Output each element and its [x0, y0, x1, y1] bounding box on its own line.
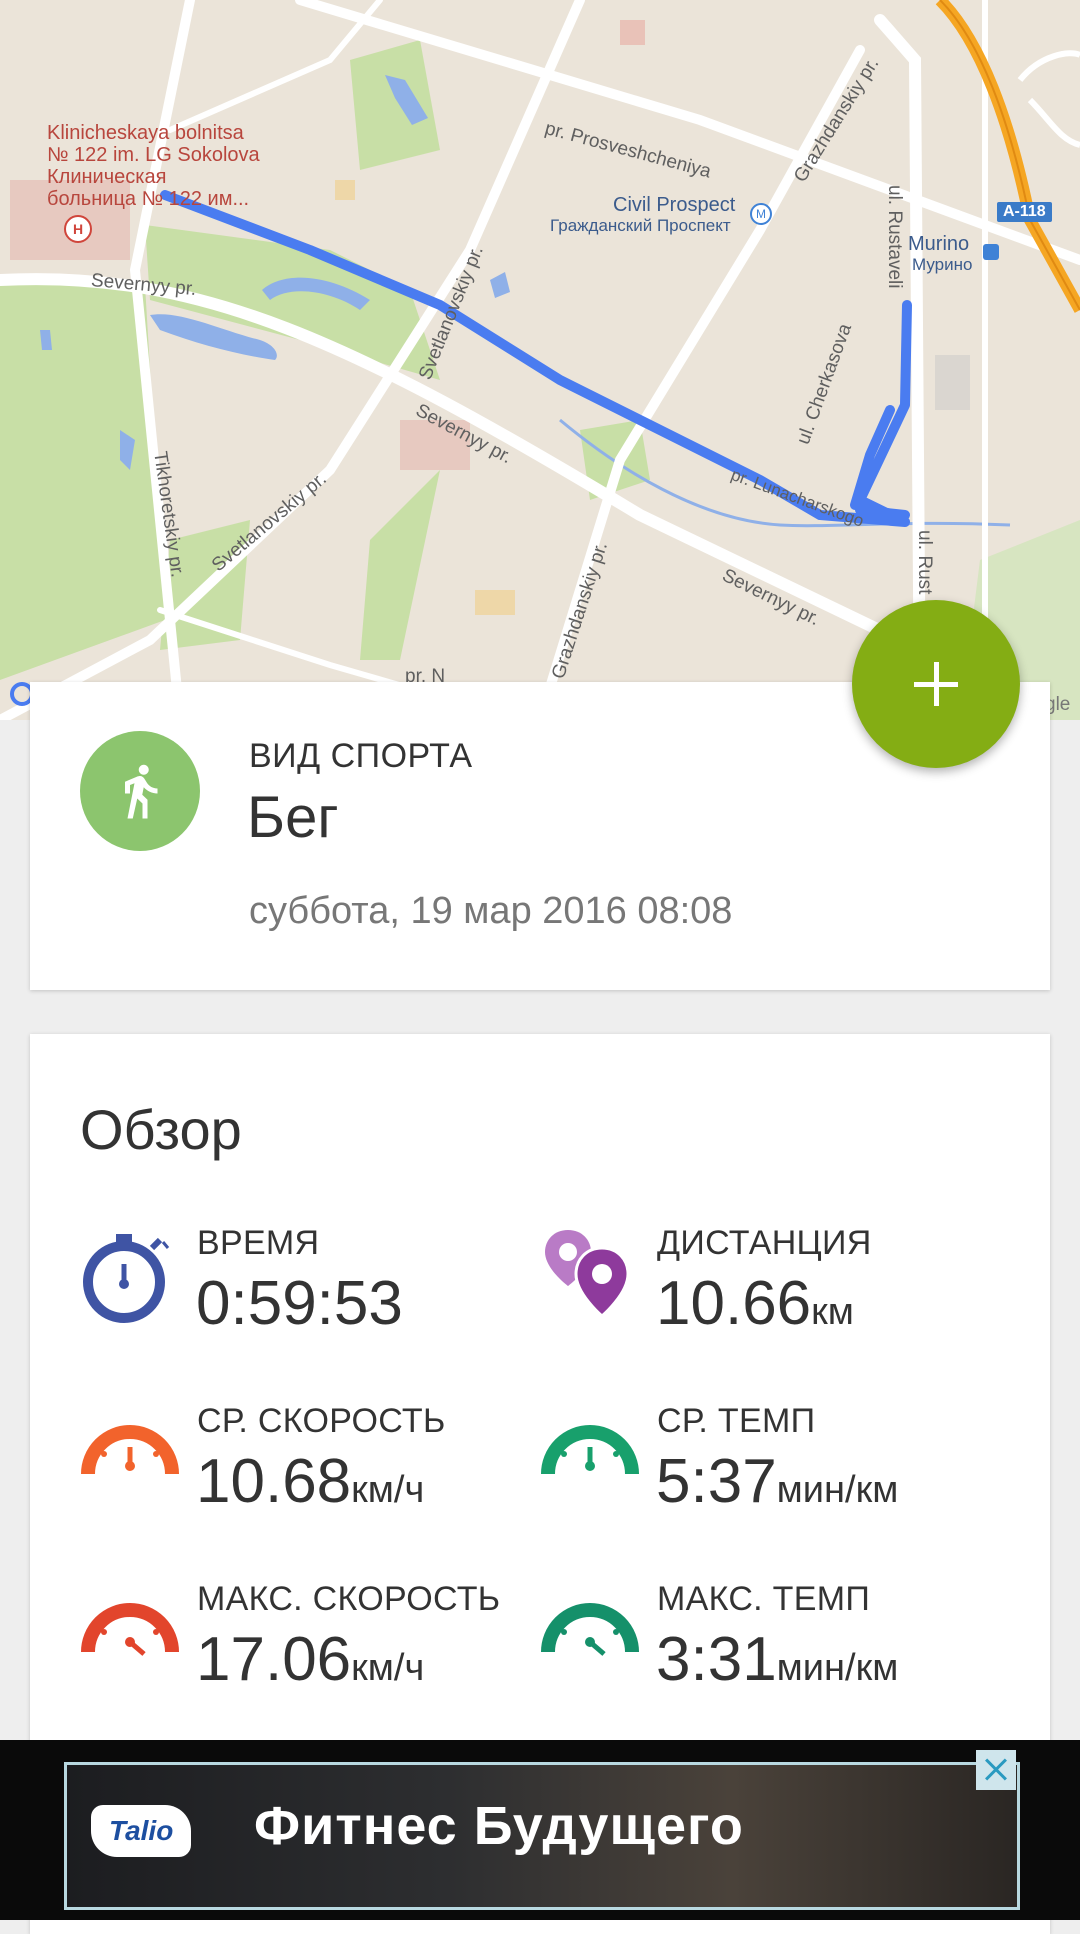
max-pace-gauge-icon [541, 1603, 639, 1656]
map-label-murino: Murino [908, 233, 970, 255]
stat-max-pace-value-row: 3:31мин/км [656, 1624, 898, 1695]
stat-distance-value: 10.66 [656, 1269, 812, 1338]
stat-time-value-row: 0:59:53 [196, 1268, 403, 1339]
stat-avg-speed: СР. СКОРОСТЬ 10.68км/ч [80, 1402, 560, 1552]
map-label-rustaveli-bottom: ul. Rust [914, 530, 935, 595]
stat-time: ВРЕМЯ 0:59:53 [80, 1224, 560, 1374]
overview-title: Обзор [80, 1098, 242, 1161]
sport-type-label: ВИД СПОРТА [249, 737, 473, 775]
running-icon [125, 764, 158, 819]
stat-time-value: 0:59:53 [196, 1269, 403, 1338]
map-label-hospital: Klinicheskaya bolnitsa № 122 im. LG Soko… [47, 122, 260, 210]
hospital-icon[interactable]: H [64, 215, 92, 243]
map-label-rustaveli-top: ul. Rustaveli [884, 185, 905, 289]
ad-headline: Фитнес Будущего [254, 1796, 744, 1856]
stat-avg-speed-label: СР. СКОРОСТЬ [197, 1402, 446, 1440]
close-icon[interactable] [976, 1750, 1016, 1790]
sport-type-value: Бег [247, 785, 339, 850]
stat-max-pace-value: 3:31 [656, 1625, 777, 1694]
stat-max-pace-label: МАКС. ТЕМП [657, 1580, 871, 1618]
stat-avg-speed-value-row: 10.68км/ч [196, 1446, 424, 1517]
stopwatch-icon [83, 1234, 170, 1323]
workout-date: суббота, 19 мар 2016 08:08 [249, 890, 733, 932]
stat-time-label: ВРЕМЯ [197, 1224, 320, 1262]
pace-gauge-icon [541, 1425, 639, 1475]
ad-brand-name: Talio [109, 1815, 174, 1846]
stat-distance-value-row: 10.66км [656, 1268, 854, 1339]
speedometer-icon [81, 1425, 179, 1475]
max-speedometer-icon [81, 1603, 179, 1656]
stat-max-pace: МАКС. ТЕМП 3:31мин/км [540, 1580, 1020, 1730]
stat-max-speed: МАКС. СКОРОСТЬ 17.06км/ч [80, 1580, 560, 1730]
highway-shield: A-118 [997, 202, 1052, 222]
stat-max-speed-unit: км/ч [351, 1647, 425, 1689]
sport-avatar [80, 731, 200, 851]
stat-avg-pace-unit: мин/км [776, 1469, 899, 1511]
stat-distance-unit: км [811, 1291, 854, 1333]
add-button[interactable] [852, 600, 1020, 768]
map-label-civil-prospect: Civil Prospect [613, 194, 736, 216]
stat-avg-pace-value: 5:37 [656, 1447, 777, 1516]
map-label-murino-ru: Мурино [912, 255, 973, 274]
stat-max-speed-value: 17.06 [196, 1625, 352, 1694]
stat-distance: ДИСТАНЦИЯ 10.66км [540, 1224, 1020, 1374]
metro-icon[interactable]: M [750, 203, 772, 225]
map-label-civil-prospect-ru: Гражданский Проспект [550, 216, 731, 235]
stat-max-pace-unit: мин/км [776, 1647, 899, 1689]
stat-avg-pace-value-row: 5:37мин/км [656, 1446, 898, 1517]
bus-stop-icon[interactable] [983, 244, 999, 260]
stat-max-speed-value-row: 17.06км/ч [196, 1624, 424, 1695]
stat-avg-speed-unit: км/ч [351, 1469, 425, 1511]
ad-creative[interactable]: Talio Фитнес Будущего [64, 1762, 1020, 1910]
ad-banner[interactable]: Talio Фитнес Будущего [0, 1740, 1080, 1920]
stat-avg-pace: СР. ТЕМП 5:37мин/км [540, 1402, 1020, 1552]
ad-brand-logo: Talio [91, 1805, 191, 1857]
stat-max-speed-label: МАКС. СКОРОСТЬ [197, 1580, 501, 1618]
location-pins-icon [545, 1230, 630, 1318]
stat-distance-label: ДИСТАНЦИЯ [657, 1224, 872, 1262]
stat-avg-speed-value: 10.68 [196, 1447, 352, 1516]
stat-avg-pace-label: СР. ТЕМП [657, 1402, 816, 1440]
